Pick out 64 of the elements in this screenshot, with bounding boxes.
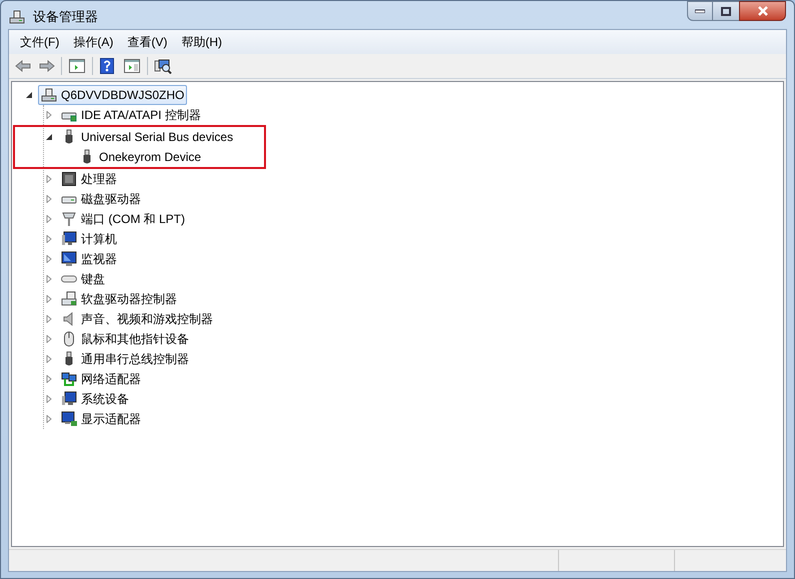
- back-arrow-icon: [15, 60, 31, 72]
- expanded-triangle-icon[interactable]: [45, 133, 53, 141]
- collapsed-triangle-icon[interactable]: [45, 215, 53, 223]
- tree-item[interactable]: 通用串行总线控制器: [58, 349, 192, 369]
- tree-item[interactable]: 键盘: [58, 269, 108, 289]
- network-icon: [61, 371, 77, 387]
- computer-icon: [9, 8, 25, 25]
- tree-item[interactable]: 显示适配器: [58, 409, 144, 429]
- collapsed-triangle-icon[interactable]: [45, 295, 53, 303]
- collapsed-triangle-icon[interactable]: [45, 375, 53, 383]
- collapsed-triangle-icon[interactable]: [45, 235, 53, 243]
- close-button[interactable]: [739, 1, 786, 21]
- menu-item[interactable]: 操作(A): [66, 32, 120, 52]
- action-pane-button[interactable]: [121, 56, 143, 76]
- tree-item[interactable]: 声音、视频和游戏控制器: [58, 309, 216, 329]
- menu-item[interactable]: 查看(V): [120, 32, 174, 52]
- tree-item[interactable]: 计算机: [58, 229, 120, 249]
- menu-item[interactable]: 帮助(H): [174, 32, 229, 52]
- collapsed-triangle-icon[interactable]: [45, 315, 53, 323]
- expanded-triangle-icon[interactable]: [25, 91, 33, 99]
- tree-item[interactable]: 监视器: [58, 249, 120, 269]
- maximize-icon: [721, 6, 731, 16]
- monitor-icon: [61, 231, 77, 247]
- collapsed-triangle-icon[interactable]: [45, 275, 53, 283]
- chip-icon: [61, 171, 77, 187]
- tree-item[interactable]: 网络适配器: [58, 369, 144, 389]
- collapsed-triangle-icon[interactable]: [45, 111, 53, 119]
- monitor-icon: [61, 391, 77, 407]
- panel-icon: [124, 59, 140, 73]
- minimize-button[interactable]: [687, 1, 713, 21]
- menu-item[interactable]: 文件(F): [13, 32, 66, 52]
- panel-icon: [69, 59, 85, 73]
- maximize-button[interactable]: [713, 1, 739, 21]
- forward-arrow-icon: [39, 60, 55, 72]
- window-title: 设备管理器: [33, 8, 98, 26]
- collapsed-triangle-icon[interactable]: [45, 355, 53, 363]
- tree-item[interactable]: 鼠标和其他指针设备: [58, 329, 192, 349]
- tree-item[interactable]: IDE ATA/ATAPI 控制器: [58, 105, 204, 125]
- monitor-icon: [61, 251, 77, 267]
- help-book-icon: [100, 58, 114, 74]
- monitor-icon: [61, 411, 77, 427]
- tree-item[interactable]: 系统设备: [58, 389, 132, 409]
- tree-item[interactable]: 端口 (COM 和 LPT): [58, 209, 188, 229]
- tree-item[interactable]: 磁盘驱动器: [58, 189, 144, 209]
- drive-icon: [61, 291, 77, 307]
- tree-item[interactable]: Universal Serial Bus devices: [58, 127, 236, 147]
- computer-icon: [41, 87, 57, 103]
- tree-item[interactable]: 处理器: [58, 169, 120, 189]
- collapsed-triangle-icon[interactable]: [45, 335, 53, 343]
- port-icon: [61, 211, 77, 227]
- tree-item[interactable]: Onekeyrom Device: [76, 147, 204, 167]
- collapsed-triangle-icon[interactable]: [45, 415, 53, 423]
- collapsed-triangle-icon[interactable]: [45, 195, 53, 203]
- collapsed-triangle-icon[interactable]: [45, 175, 53, 183]
- minimize-icon: [695, 9, 705, 13]
- collapsed-triangle-icon[interactable]: [45, 395, 53, 403]
- computer-magnifier-icon: [154, 58, 172, 74]
- mouse-icon: [61, 331, 77, 347]
- close-icon: [756, 6, 768, 16]
- tree-item[interactable]: 软盘驱动器控制器: [58, 289, 180, 309]
- tree-item[interactable]: Q6DVVDBDWJS0ZHO: [38, 85, 188, 105]
- help-button[interactable]: [97, 56, 117, 76]
- console-tree-button[interactable]: [66, 56, 88, 76]
- collapsed-triangle-icon[interactable]: [45, 255, 53, 263]
